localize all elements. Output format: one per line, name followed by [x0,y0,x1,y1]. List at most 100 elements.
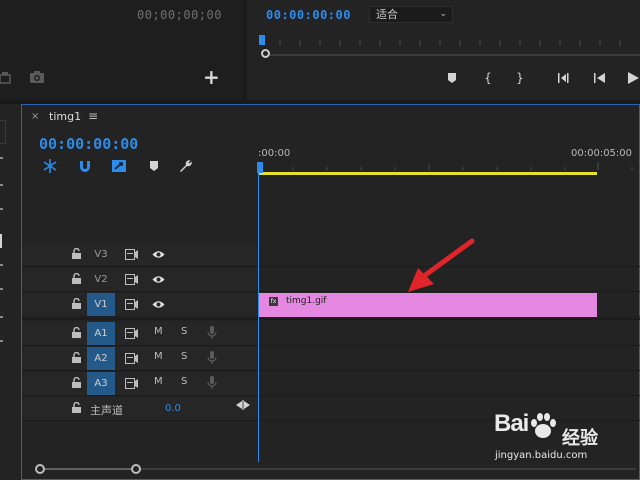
lock-icon[interactable] [72,377,81,388]
program-playhead[interactable] [259,35,265,45]
fit-zoom-select[interactable]: 适合 ⌄ [369,6,453,23]
mute-button[interactable]: M [154,376,163,387]
tools-panel [0,104,18,480]
video-audio-divider[interactable] [22,318,640,320]
master-track-label: 主声道 [90,404,123,417]
track-header: A1 M S [22,322,258,345]
eye-icon[interactable] [152,275,165,284]
selection-tool-frame[interactable] [0,120,6,144]
export-frame-icon[interactable] [0,70,12,84]
timeline-ruler[interactable] [258,162,640,170]
lock-icon[interactable] [72,352,81,363]
track-target-v3[interactable]: V3 [87,243,115,266]
lock-icon[interactable] [72,248,81,259]
track-row-a3: A3 M S [22,372,640,396]
track-header: V3 [22,243,258,266]
film-icon[interactable] [125,274,138,285]
panel-menu-icon[interactable]: ≡ [88,109,98,123]
eye-icon[interactable] [152,300,165,309]
lock-icon[interactable] [72,327,81,338]
solo-button[interactable]: S [181,376,187,387]
film-icon[interactable] [125,249,138,260]
in-point-icon[interactable]: { [483,70,493,86]
wrench-icon[interactable] [178,158,194,174]
track-target-a3[interactable]: A3 [87,372,115,395]
track-header: A2 M S [22,347,258,370]
film-icon[interactable] [125,378,138,389]
watermark-brand-cn: 经验 [562,428,598,449]
track-target-a1[interactable]: A1 [87,322,115,345]
track-target-v2[interactable]: V2 [87,268,115,291]
ripple-icon[interactable] [42,158,58,174]
annotation-arrow-icon [408,238,475,292]
go-to-in-icon[interactable] [557,70,573,86]
program-ruler[interactable] [260,34,640,46]
fit-zoom-value: 适合 [376,8,398,21]
track-header: A3 M S [22,372,258,395]
master-volume-value[interactable]: 0.0 [165,403,181,414]
track-target-a2[interactable]: A2 [87,347,115,370]
mic-icon[interactable] [207,351,217,365]
source-timecode: 00;00;00;00 [137,8,222,22]
mute-button[interactable]: M [154,326,163,337]
source-monitor-panel: 00;00;00;00 + [0,0,243,100]
solo-button[interactable]: S [181,351,187,362]
tool-mark[interactable] [0,184,3,186]
snap-icon[interactable] [77,158,93,174]
track-header: V1 [22,293,258,316]
premiere-window: 00;00;00;00 + 00:00:00:00 适合 ⌄ {} × tim… [0,0,640,480]
step-back-icon[interactable] [593,70,607,86]
timeline-zoom-bar[interactable] [40,468,136,470]
type-tool-mark[interactable] [0,234,2,248]
playhead-handle[interactable] [257,162,263,173]
tool-mark[interactable] [0,208,3,210]
tool-mark[interactable] [0,288,3,290]
track-row-v3: V3 [22,243,640,267]
watermark-url: jingyan.baidu.com [495,450,588,461]
baidu-paw-icon [531,413,556,438]
solo-button[interactable]: S [181,326,187,337]
tool-mark[interactable] [0,340,3,342]
play-icon[interactable] [626,70,640,86]
mic-icon[interactable] [207,376,217,390]
tool-mark[interactable] [0,157,3,159]
track-row-a2: A2 M S [22,347,640,371]
add-marker-icon[interactable] [146,158,162,174]
mute-button[interactable]: M [154,351,163,362]
eye-icon[interactable] [152,250,165,259]
track-header: V2 [22,268,258,291]
film-icon[interactable] [125,353,138,364]
mic-icon[interactable] [207,326,217,340]
lock-icon[interactable] [72,298,81,309]
out-point-icon[interactable]: } [515,70,525,86]
program-timecode[interactable]: 00:00:00:00 [266,8,351,22]
linked-selection-icon[interactable] [111,158,127,174]
zoom-handle-right[interactable] [131,464,141,474]
track-header [22,397,258,420]
plus-icon[interactable]: + [203,67,220,87]
marker-icon[interactable] [446,70,458,86]
program-zoom-scrollbar[interactable] [262,54,640,56]
track-row-a1: A1 M S [22,322,640,346]
fx-badge-icon[interactable]: fx [269,297,278,306]
go-to-end-icon[interactable] [236,400,250,410]
zoom-handle-left[interactable] [35,464,45,474]
lock-icon[interactable] [72,402,81,413]
film-icon[interactable] [125,328,138,339]
ruler-end-label: 00:00:05:00 [571,148,633,159]
close-tab-icon[interactable]: × [31,111,39,122]
camera-icon[interactable] [29,70,45,84]
timeline-timecode[interactable]: 00:00:00:00 [39,135,138,153]
tool-mark[interactable] [0,264,3,266]
chevron-down-icon: ⌄ [439,9,447,19]
lock-icon[interactable] [72,273,81,284]
ruler-start-label: :00:00 [258,148,291,159]
work-area-bar[interactable] [259,172,597,175]
sequence-tab[interactable]: timg1 [49,110,81,123]
film-icon[interactable] [125,299,138,310]
program-zoom-handle[interactable] [261,49,270,58]
track-row-v2: V2 [22,268,640,292]
tool-mark[interactable] [0,316,3,318]
track-target-v1[interactable]: V1 [87,293,115,316]
playhead-line[interactable] [258,172,259,462]
